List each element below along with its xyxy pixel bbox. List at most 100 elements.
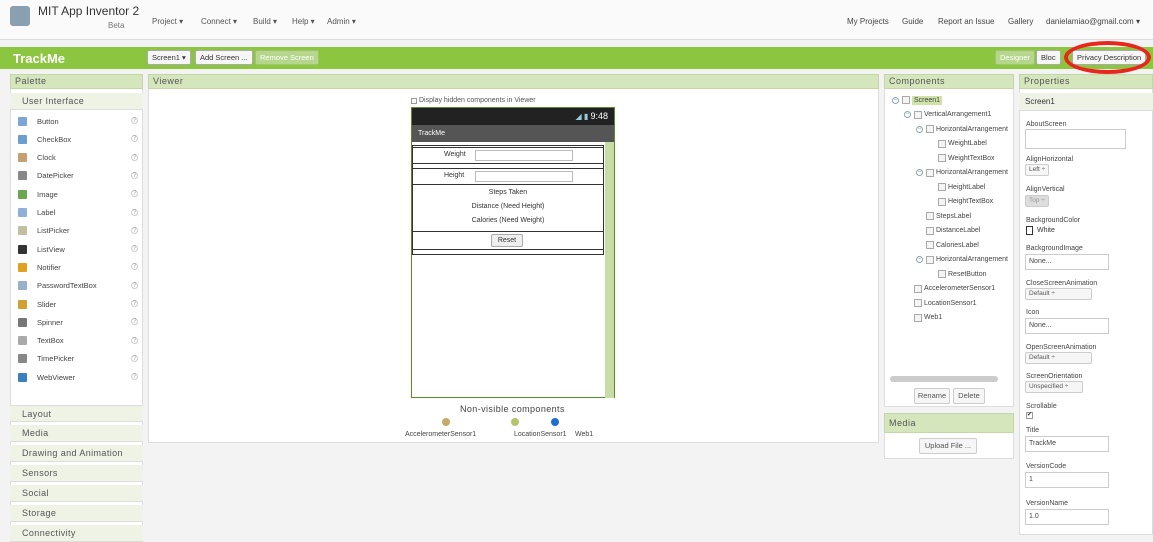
component-tree-item[interactable]: WeightTextBox [938, 152, 995, 164]
screen-orientation-select[interactable]: Unspecified ÷ [1025, 381, 1083, 393]
remove-screen-button[interactable]: Remove Screen [255, 50, 319, 65]
palette-category-connectivity[interactable]: Connectivity [10, 525, 143, 542]
about-screen-textarea[interactable] [1025, 129, 1126, 149]
palette-item-listpicker[interactable]: ListPicker [18, 223, 70, 239]
palette-category-storage[interactable]: Storage [10, 505, 143, 522]
upload-file-button[interactable]: Upload File ... [919, 438, 977, 454]
palette-item-timepicker[interactable]: TimePicker [18, 351, 74, 367]
hidden-components-toggle[interactable]: Display hidden components in Viewer [411, 97, 536, 104]
component-tree-item[interactable]: CaloriesLabel [926, 239, 979, 251]
component-tree-item[interactable]: − HorizontalArrangement [916, 254, 1008, 266]
add-screen-button[interactable]: Add Screen ... [195, 50, 253, 65]
palette-item-listview[interactable]: ListView [18, 241, 65, 257]
guide-link[interactable]: Guide [902, 17, 923, 26]
component-tree-item[interactable]: HeightTextBox [938, 196, 993, 208]
collapse-toggle-icon[interactable]: − [904, 111, 911, 118]
component-tree-item[interactable]: DistanceLabel [926, 225, 980, 237]
palette-item-clock[interactable]: Clock [18, 150, 56, 166]
icon-field[interactable]: None... [1025, 318, 1109, 334]
scrollable-checkbox[interactable]: ✔ [1026, 412, 1033, 419]
palette-item-notifier[interactable]: Notifier [18, 259, 61, 275]
close-animation-label: CloseScreenAnimation [1026, 280, 1098, 287]
collapse-toggle-icon[interactable]: − [916, 256, 923, 263]
version-name-field[interactable]: 1.0 [1025, 509, 1109, 525]
phone-preview[interactable]: ◢ ▮ 9:48 TrackMe Weight Height Steps Tak… [411, 107, 615, 398]
delete-button[interactable]: Delete [953, 388, 985, 404]
component-tree-item[interactable]: − Screen1 [892, 94, 943, 106]
components-scrollbar[interactable] [890, 376, 998, 382]
palette-item-webviewer[interactable]: WebViewer [18, 369, 75, 385]
help-icon[interactable]: ? [131, 208, 138, 216]
version-code-field[interactable]: 1 [1025, 472, 1109, 488]
palette-item-button[interactable]: Button [18, 113, 59, 129]
palette-category-layout[interactable]: Layout [10, 405, 143, 422]
help-icon[interactable]: ? [131, 354, 138, 362]
title-field[interactable]: TrackMe [1025, 436, 1109, 452]
collapse-toggle-icon[interactable]: − [916, 169, 923, 176]
component-tree-item[interactable]: − HorizontalArrangement [916, 167, 1008, 179]
account-menu[interactable]: danielamiao@gmail.com ▾ [1046, 17, 1140, 26]
my-projects-link[interactable]: My Projects [847, 17, 889, 26]
palette-item-passwordtextbox[interactable]: PasswordTextBox [18, 278, 97, 294]
blocks-button[interactable]: Bloc [1036, 50, 1061, 65]
background-color-picker[interactable]: White [1026, 226, 1055, 235]
close-animation-select[interactable]: Default ÷ [1025, 288, 1092, 300]
palette-item-checkbox[interactable]: CheckBox [18, 131, 71, 147]
help-icon[interactable]: ? [131, 281, 138, 289]
menu-build[interactable]: Build ▾ [253, 17, 277, 26]
reset-button[interactable]: Reset [491, 234, 523, 247]
palette-item-textbox[interactable]: TextBox [18, 333, 64, 349]
palette-item-label[interactable]: Label [18, 205, 55, 221]
menu-help[interactable]: Help ▾ [292, 17, 315, 26]
component-tree-item[interactable]: − HorizontalArrangement [916, 123, 1008, 135]
designer-button[interactable]: Designer [995, 50, 1036, 65]
palette-category-media[interactable]: Media [10, 425, 143, 442]
reset-row[interactable]: Reset [412, 231, 604, 250]
component-tree-item[interactable]: − VerticalArrangement1 [904, 109, 991, 121]
palette-category-sensors[interactable]: Sensors [10, 465, 143, 482]
distance-label: Distance (Need Height) [471, 203, 545, 210]
palette-item-slider[interactable]: Slider [18, 296, 56, 312]
open-animation-select[interactable]: Default ÷ [1025, 352, 1092, 364]
menu-admin[interactable]: Admin ▾ [327, 17, 356, 26]
palette-category-drawing[interactable]: Drawing and Animation [10, 445, 143, 462]
height-row[interactable]: Height [412, 168, 604, 185]
align-horizontal-select[interactable]: Left ÷ [1025, 164, 1050, 176]
help-icon[interactable]: ? [131, 153, 138, 161]
screen-select[interactable]: Screen1 ▾ [147, 50, 191, 65]
rename-button[interactable]: Rename [914, 388, 950, 404]
palette-item-spinner[interactable]: Spinner [18, 314, 63, 330]
gallery-link[interactable]: Gallery [1008, 17, 1033, 26]
component-tree-item[interactable]: AccelerometerSensor1 [914, 283, 995, 295]
help-icon[interactable]: ? [131, 117, 138, 124]
component-tree-item[interactable]: ResetButton [938, 268, 987, 280]
palette-category-social[interactable]: Social [10, 485, 143, 502]
component-tree-item[interactable]: Web1 [914, 312, 942, 324]
help-icon[interactable]: ? [131, 300, 138, 307]
component-tree-item[interactable]: WeightLabel [938, 138, 987, 150]
component-tree-item[interactable]: LocationSensor1 [914, 297, 977, 309]
notifier-icon [18, 262, 27, 272]
help-icon[interactable]: ? [131, 336, 138, 344]
collapse-toggle-icon[interactable]: − [892, 96, 899, 104]
weight-textbox[interactable] [475, 150, 573, 161]
component-tree-item[interactable]: HeightLabel [938, 181, 985, 193]
hidden-components-checkbox[interactable] [411, 97, 417, 104]
align-vertical-select[interactable]: Top ÷ [1025, 195, 1049, 207]
weight-row[interactable]: Weight [412, 147, 604, 164]
palette-item-datepicker[interactable]: DatePicker [18, 168, 74, 184]
palette-item-image[interactable]: Image [18, 186, 58, 202]
palette-category-user-interface[interactable]: User Interface [10, 93, 143, 110]
report-issue-link[interactable]: Report an Issue [938, 17, 994, 26]
background-image-field[interactable]: None... [1025, 254, 1109, 270]
component-tree-item[interactable]: StepsLabel [926, 210, 971, 222]
help-icon[interactable]: ? [131, 171, 138, 179]
app-inventor-logo-icon[interactable] [10, 6, 30, 26]
help-icon[interactable]: ? [131, 226, 138, 234]
timepicker-icon [18, 354, 27, 364]
passwordtextbox-icon [18, 281, 27, 291]
menu-connect[interactable]: Connect ▾ [201, 17, 237, 26]
collapse-toggle-icon[interactable]: − [916, 125, 923, 133]
height-textbox[interactable] [475, 171, 573, 182]
menu-project[interactable]: Project ▾ [152, 17, 183, 26]
